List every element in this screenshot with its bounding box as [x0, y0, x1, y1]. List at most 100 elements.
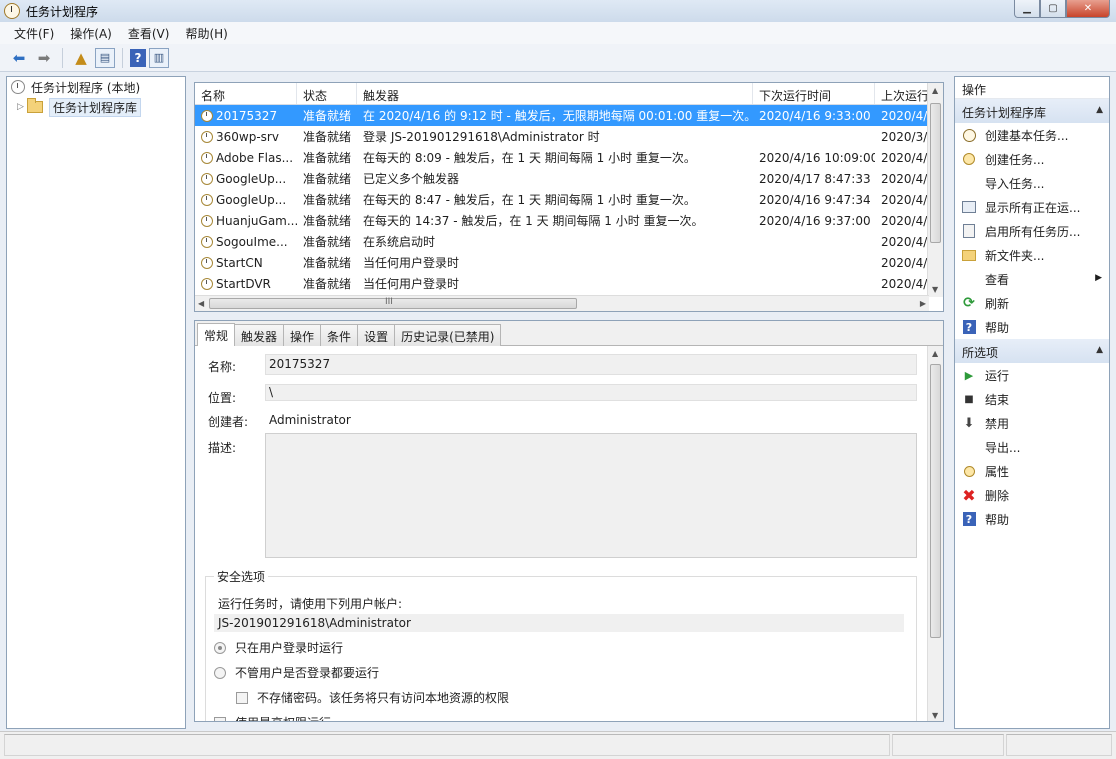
- task-name: StartCN: [216, 255, 263, 270]
- column-header-trigger[interactable]: 触发器: [357, 83, 753, 104]
- task-name: SogouIme...: [216, 234, 288, 249]
- option-run-highest-privileges[interactable]: 使用最高权限运行: [214, 714, 331, 721]
- tree-item-root[interactable]: 任务计划程序 (本地): [7, 77, 185, 97]
- radio-button[interactable]: [214, 641, 226, 654]
- forward-arrow-icon[interactable]: ➡: [33, 47, 55, 69]
- task-name: Adobe Flas...: [216, 150, 294, 165]
- scroll-down-arrow-icon[interactable]: ▼: [932, 711, 938, 720]
- action-item[interactable]: 启用所有任务历...: [955, 219, 1109, 243]
- task-list: 名称 状态 触发器 下次运行时间 上次运行 20175327 准备就绪在 2020…: [194, 82, 944, 312]
- option-run-when-logged-on[interactable]: 只在用户登录时运行: [214, 639, 343, 656]
- running-tasks-icon: [961, 199, 977, 215]
- action-label: 导出...: [985, 440, 1021, 455]
- task-trigger: 在 2020/4/16 的 9:12 时 - 触发后，无限期地每隔 00:01:…: [363, 109, 753, 123]
- table-row[interactable]: Adobe Flas... 准备就绪 在每天的 8:09 - 触发后，在 1 天 期…: [195, 147, 943, 168]
- action-item[interactable]: 导入任务...: [955, 171, 1109, 195]
- action-item[interactable]: 显示所有正在运...: [955, 195, 1109, 219]
- show-action-pane-icon[interactable]: ▥: [149, 47, 169, 68]
- column-header-name[interactable]: 名称: [195, 83, 297, 104]
- task-list-vertical-scrollbar[interactable]: ▲ ▼: [927, 83, 943, 297]
- table-row[interactable]: GoogleUp... 准备就绪 已定义多个触发器 2020/4/17 8:47:33…: [195, 168, 943, 189]
- task-list-horizontal-scrollbar[interactable]: ◀ III ▶: [195, 295, 929, 311]
- scrollbar-thumb[interactable]: [930, 364, 941, 638]
- column-header-last-run[interactable]: 上次运行: [875, 83, 929, 104]
- collapse-arrow-icon[interactable]: ▲: [1096, 105, 1103, 115]
- action-item[interactable]: ? 帮助: [955, 315, 1109, 339]
- scroll-up-arrow-icon[interactable]: ▲: [932, 349, 938, 358]
- option-run-whether-logged-on[interactable]: 不管用户是否登录都要运行: [214, 664, 379, 681]
- task-last-run: 2020/4/: [881, 150, 928, 165]
- description-field[interactable]: [265, 433, 917, 558]
- action-item[interactable]: 导出...: [955, 435, 1109, 459]
- detail-vertical-scrollbar[interactable]: ▲ ▼: [927, 346, 943, 721]
- table-row[interactable]: StartCN 准备就绪 当任何用户登录时 2020/4/: [195, 252, 943, 273]
- back-arrow-icon[interactable]: ⬅: [8, 47, 30, 69]
- show-pane-icon[interactable]: ▤: [95, 47, 115, 68]
- table-row[interactable]: 360wp-srv 准备就绪 登录 JS-201901291618\Administ…: [195, 126, 943, 147]
- scroll-up-arrow-icon[interactable]: ▲: [932, 86, 938, 95]
- task-name: GoogleUp...: [216, 192, 287, 207]
- scroll-down-arrow-icon[interactable]: ▼: [932, 285, 938, 294]
- menu-file[interactable]: 文件(F): [6, 23, 62, 44]
- tab-actions[interactable]: 操作: [283, 324, 322, 346]
- action-item[interactable]: ■ 结束: [955, 387, 1109, 411]
- help-icon: ?: [961, 319, 977, 335]
- scroll-right-arrow-icon[interactable]: ▶: [920, 299, 926, 308]
- table-row[interactable]: StartDVR 准备就绪 当任何用户登录时 2020/4/: [195, 273, 943, 294]
- help-icon[interactable]: ?: [130, 48, 146, 67]
- menu-help[interactable]: 帮助(H): [177, 23, 235, 44]
- task-status: 准备就绪: [303, 235, 352, 249]
- author-field[interactable]: Administrator: [265, 410, 917, 430]
- action-item[interactable]: ⬇ 禁用: [955, 411, 1109, 435]
- expand-arrow-icon[interactable]: ▷: [17, 102, 27, 112]
- close-button[interactable]: ✕: [1066, 0, 1110, 18]
- tab-settings[interactable]: 设置: [357, 324, 396, 346]
- table-row[interactable]: SogouIme... 准备就绪 在系统启动时 2020/4/: [195, 231, 943, 252]
- tree-item-library[interactable]: ▷ 任务计划程序库: [7, 97, 185, 117]
- menu-action[interactable]: 操作(A): [62, 23, 120, 44]
- action-label: 创建任务...: [985, 152, 1045, 167]
- scrollbar-thumb[interactable]: III: [209, 297, 577, 309]
- checkbox[interactable]: [236, 691, 248, 704]
- location-field[interactable]: \: [265, 384, 917, 401]
- scrollbar-thumb[interactable]: [930, 103, 941, 243]
- action-label: 属性: [985, 464, 1010, 479]
- task-next-run: 2020/4/16 10:09:00: [759, 150, 875, 165]
- action-item[interactable]: ⟳ 刷新: [955, 291, 1109, 315]
- task-status: 准备就绪: [303, 130, 352, 144]
- tab-triggers[interactable]: 触发器: [234, 324, 285, 346]
- section-header-library[interactable]: 任务计划程序库 ▲: [955, 99, 1109, 123]
- action-item[interactable]: 创建基本任务...: [955, 123, 1109, 147]
- action-item[interactable]: ▶ 运行: [955, 363, 1109, 387]
- option-do-not-store-password[interactable]: 不存储密码。该任务将只有访问本地资源的权限: [236, 689, 509, 706]
- collapse-arrow-icon[interactable]: ▲: [1096, 345, 1103, 355]
- action-item[interactable]: ? 帮助: [955, 507, 1109, 531]
- up-folder-icon[interactable]: ▲: [70, 47, 92, 69]
- action-item[interactable]: 查看 ▶: [955, 267, 1109, 291]
- column-header-next-run[interactable]: 下次运行时间: [753, 83, 875, 104]
- radio-button[interactable]: [214, 666, 226, 679]
- name-field[interactable]: 20175327: [265, 354, 917, 375]
- maximize-button[interactable]: ▢: [1040, 0, 1066, 18]
- table-row[interactable]: 20175327 准备就绪在 2020/4/16 的 9:12 时 - 触发后，无…: [195, 105, 943, 126]
- section-header-label: 任务计划程序库: [962, 106, 1047, 120]
- scroll-left-arrow-icon[interactable]: ◀: [198, 299, 204, 308]
- tree-item-label: 任务计划程序 (本地): [31, 80, 141, 95]
- menu-view[interactable]: 查看(V): [120, 23, 178, 44]
- action-label: 禁用: [985, 416, 1010, 431]
- minimize-button[interactable]: ▁: [1014, 0, 1040, 18]
- tab-conditions[interactable]: 条件: [320, 324, 359, 346]
- table-row[interactable]: GoogleUp... 准备就绪 在每天的 8:47 - 触发后，在 1 天 期间每…: [195, 189, 943, 210]
- action-item[interactable]: ✖ 删除: [955, 483, 1109, 507]
- task-status: 准备就绪: [303, 172, 352, 186]
- tab-general[interactable]: 常规: [197, 323, 236, 346]
- table-row[interactable]: HuanjuGam... 准备就绪 在每天的 14:37 - 触发后，在 1 天 期…: [195, 210, 943, 231]
- action-item[interactable]: 属性: [955, 459, 1109, 483]
- action-item[interactable]: 新文件夹...: [955, 243, 1109, 267]
- checkbox[interactable]: [214, 716, 226, 721]
- action-item[interactable]: 创建任务...: [955, 147, 1109, 171]
- column-header-status[interactable]: 状态: [297, 83, 357, 104]
- section-header-selected-item[interactable]: 所选项 ▲: [955, 339, 1109, 363]
- tab-history[interactable]: 历史记录(已禁用): [394, 324, 502, 346]
- user-account-field[interactable]: JS-201901291618\Administrator: [214, 614, 904, 632]
